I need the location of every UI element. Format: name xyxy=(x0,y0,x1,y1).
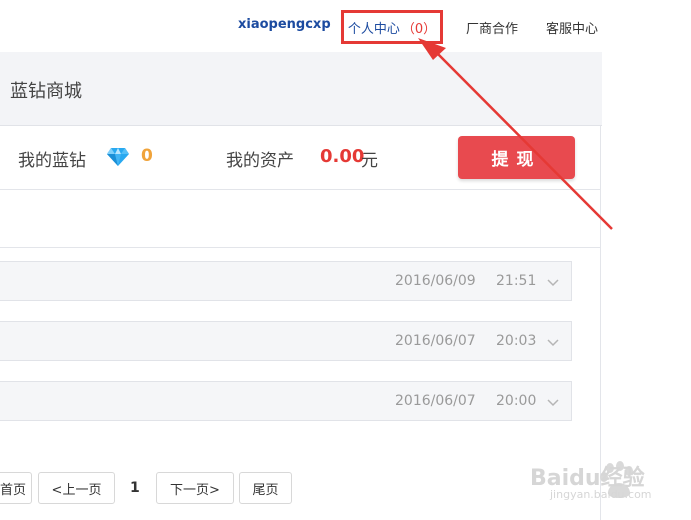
mall-title: 蓝钻商城 xyxy=(10,81,82,102)
asset-label: 我的资产 xyxy=(226,151,294,171)
username-link[interactable]: xiaopengcxp xyxy=(238,17,331,32)
record-date: 2016/06/07 xyxy=(395,333,476,349)
record-date: 2016/06/07 xyxy=(395,393,476,409)
record-list-header xyxy=(0,190,601,248)
record-row[interactable] xyxy=(0,321,572,361)
next-page-button[interactable]: 下一页> xyxy=(156,472,234,504)
record-row[interactable] xyxy=(0,261,572,301)
diamond-count: 0 xyxy=(141,146,153,166)
record-date: 2016/06/09 xyxy=(395,273,476,289)
first-page-button[interactable]: 首页 xyxy=(0,472,32,504)
diamond-label: 我的蓝钻 xyxy=(18,151,86,171)
record-time: 20:03 xyxy=(496,333,537,349)
asset-unit: 元 xyxy=(361,151,378,171)
record-row[interactable] xyxy=(0,381,572,421)
mall-header xyxy=(0,52,602,126)
chevron-down-icon[interactable] xyxy=(547,399,559,407)
diamond-icon xyxy=(107,148,129,166)
record-time: 21:51 xyxy=(496,273,537,289)
vendor-cooperation-link[interactable]: 厂商合作 xyxy=(466,18,518,37)
asset-value: 0.00 xyxy=(320,146,365,167)
current-page: 1 xyxy=(130,480,140,496)
baidu-watermark: Baidu经验 jingyan.baidu.com xyxy=(530,458,680,516)
watermark-url: jingyan.baidu.com xyxy=(550,488,652,501)
customer-service-link[interactable]: 客服中心 xyxy=(546,18,598,37)
last-page-button[interactable]: 尾页 xyxy=(239,472,292,504)
chevron-down-icon[interactable] xyxy=(547,339,559,347)
record-time: 20:00 xyxy=(496,393,537,409)
withdraw-button[interactable]: 提现 xyxy=(458,136,575,179)
chevron-down-icon[interactable] xyxy=(547,279,559,287)
personal-center-label: 个人中心 xyxy=(347,21,400,37)
prev-page-button[interactable]: <上一页 xyxy=(38,472,115,504)
personal-center-count: （0） xyxy=(401,21,437,37)
personal-center-link[interactable]: 个人中心 （0） xyxy=(341,10,443,44)
